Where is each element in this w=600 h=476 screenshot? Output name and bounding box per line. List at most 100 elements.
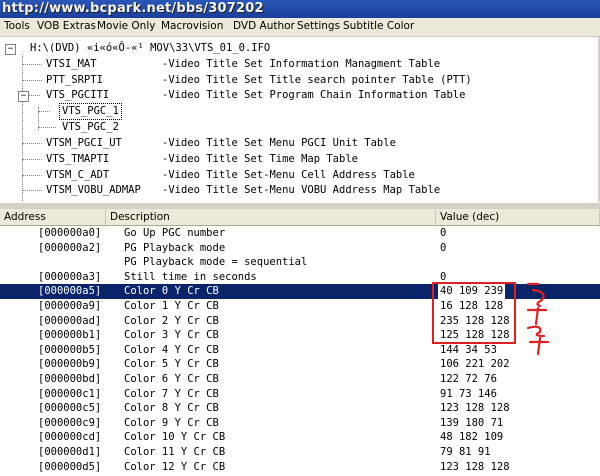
row-address: [000000a0] <box>38 227 102 239</box>
table-row[interactable]: PG Playback mode = sequential <box>0 255 600 270</box>
row-value: 123 128 128 <box>440 402 510 415</box>
table-row[interactable]: [000000c1] Color 7 Y Cr CB 91 73 146 <box>0 387 600 402</box>
table-row[interactable]: [000000b9] Color 5 Y Cr CB 106 221 202 <box>0 357 600 372</box>
tree-item-label: PTT_SRPTI <box>46 74 103 86</box>
row-address: [000000bd] <box>38 373 102 385</box>
row-description: Color 7 Y Cr CB <box>124 387 219 400</box>
table-row[interactable]: [000000a2] PG Playback mode 0 <box>0 241 600 256</box>
row-description: Color 3 Y Cr CB <box>124 329 219 342</box>
row-description: Color 9 Y Cr CB <box>124 416 219 429</box>
menu-macrovision[interactable]: Macrovision <box>161 20 223 32</box>
row-value: 122 72 76 <box>440 373 497 385</box>
table-row[interactable]: [000000a0] Go Up PGC number 0 <box>0 226 600 241</box>
table-row[interactable]: [000000cd] Color 10 Y Cr CB 48 182 109 <box>0 430 600 445</box>
row-description: Color 1 Y Cr CB <box>124 300 219 312</box>
tree-connector-line <box>22 175 42 176</box>
tree-item-description: -Video Title Set-Menu VOBU Address Map T… <box>162 184 441 196</box>
tree-item-description: -Video Title Set Title search pointer Ta… <box>162 74 472 86</box>
row-address: [000000d1] <box>38 446 102 458</box>
pgc-detail-list[interactable]: [000000a0] Go Up PGC number 0 [000000a2] PG … <box>0 226 600 476</box>
menu-dvd-author[interactable]: DVD Author <box>233 20 295 32</box>
row-value: 0 <box>440 241 447 254</box>
tree-item-label: VTSM_VOBU_ADMAP <box>46 184 141 196</box>
watermark-text: http://www.bcpark.net/bbs/307202 <box>2 1 264 16</box>
tree-root-label: H:\(DVD) «i«ó«Ô-«¹ MOV\33\VTS_01_0.IFO <box>30 42 271 54</box>
tree-connector-line <box>22 80 42 81</box>
row-value: 48 182 109 <box>440 431 504 444</box>
row-description: Color 2 Y Cr CB <box>124 314 219 327</box>
row-description: Color 12 Y Cr CB <box>124 460 226 473</box>
menu-vob-extras[interactable]: VOB Extras <box>37 20 96 32</box>
row-description: PG Playback mode <box>124 241 226 254</box>
tree-item-label: VTSM_PGCI_UT <box>46 137 122 149</box>
table-row[interactable]: [000000c9] Color 9 Y Cr CB 139 180 71 <box>0 416 600 431</box>
tree-connector-line <box>28 95 40 96</box>
row-description: Color 10 Y Cr CB <box>124 431 226 444</box>
row-address: [000000a3] <box>38 270 102 283</box>
tree-item-label: VTS_PGCITI <box>46 89 110 101</box>
tree-connector-line <box>22 64 42 65</box>
tree-connector-line <box>38 111 50 112</box>
row-description: Color 4 Y Cr CB <box>124 343 219 356</box>
row-value: 139 180 71 <box>440 416 504 429</box>
row-address: [000000a9] <box>38 300 102 312</box>
row-value: 0 <box>440 227 447 239</box>
row-description: Color 11 Y Cr CB <box>124 446 226 458</box>
row-description: Color 5 Y Cr CB <box>124 358 219 371</box>
row-address: [000000b9] <box>38 358 102 371</box>
tree-item-description: -Video Title Set Information Managment T… <box>162 58 441 70</box>
row-description: Go Up PGC number <box>124 227 226 239</box>
menu-movie-only[interactable]: Movie Only <box>97 20 155 32</box>
menu-bar: Tools VOB Extras Movie Only Macrovision … <box>0 18 600 37</box>
collapse-icon[interactable]: − <box>5 44 16 55</box>
tree-item-label: VTS_PGC_1 <box>59 103 122 120</box>
tree-item-description: -Video Title Set Time Map Table <box>162 153 358 165</box>
ifo-structure-tree[interactable]: − H:\(DVD) «i«ó«Ô-«¹ MOV\33\VTS_01_0.IFO… <box>0 37 600 202</box>
row-address: [000000b5] <box>38 343 102 356</box>
list-header: Address Description Value (dec) <box>0 209 600 226</box>
row-address: [000000c5] <box>38 402 102 415</box>
column-header-description[interactable]: Description <box>106 210 436 225</box>
collapse-icon[interactable]: − <box>18 91 29 102</box>
row-address: [000000d5] <box>38 460 102 473</box>
table-row[interactable]: [000000bd] Color 6 Y Cr CB 122 72 76 <box>0 372 600 387</box>
row-address: [000000b1] <box>38 329 102 342</box>
menu-tools[interactable]: Tools <box>4 20 30 32</box>
tree-item-description: -Video Title Set Menu PGCI Unit Table <box>162 137 396 149</box>
table-row[interactable]: [000000b5] Color 4 Y Cr CB 144 34 53 <box>0 343 600 358</box>
tree-connector-line <box>22 54 23 201</box>
row-description: Color 6 Y Cr CB <box>124 373 219 385</box>
handwritten-annotation <box>526 282 550 356</box>
column-header-value[interactable]: Value (dec) <box>436 210 600 225</box>
row-value: 144 34 53 <box>440 343 497 356</box>
row-address: [000000a5] <box>38 285 102 298</box>
tree-connector-line <box>22 143 42 144</box>
tree-item-description: -Video Title Set Program Chain Informati… <box>162 89 466 101</box>
menu-settings[interactable]: Settings <box>297 20 340 32</box>
row-description: Still time in seconds <box>124 270 257 283</box>
row-address: [000000a2] <box>38 241 102 254</box>
annotation-box <box>432 282 516 344</box>
tree-item-label: VTSM_C_ADT <box>46 169 110 181</box>
table-row[interactable]: [000000d1] Color 11 Y Cr CB 79 81 91 <box>0 445 600 460</box>
tree-connector-line <box>22 159 42 160</box>
column-header-address[interactable]: Address <box>0 210 106 225</box>
row-value: 123 128 128 <box>440 460 510 473</box>
row-description: Color 0 Y Cr CB <box>124 285 219 298</box>
tree-item-label: VTS_PGC_2 <box>62 121 119 133</box>
row-value: 91 73 146 <box>440 387 497 400</box>
tree-connector-line <box>38 127 56 128</box>
row-address: [000000c1] <box>38 387 102 400</box>
row-description: Color 8 Y Cr CB <box>124 402 219 415</box>
row-value: 79 81 91 <box>440 446 491 458</box>
tree-item-description: -Video Title Set-Menu Cell Address Table <box>162 169 415 181</box>
table-row[interactable]: [000000d5] Color 12 Y Cr CB 123 128 128 <box>0 460 600 475</box>
row-address: [000000ad] <box>38 314 102 327</box>
tree-item-label: VTSI_MAT <box>46 58 97 70</box>
row-address: [000000cd] <box>38 431 102 444</box>
menu-subtitle-color[interactable]: Subtitle Color <box>343 20 414 32</box>
row-address: [000000c9] <box>38 416 102 429</box>
tree-connector-line <box>22 190 42 191</box>
tree-item-label: VTS_TMAPTI <box>46 153 110 165</box>
table-row[interactable]: [000000c5] Color 8 Y Cr CB 123 128 128 <box>0 401 600 416</box>
